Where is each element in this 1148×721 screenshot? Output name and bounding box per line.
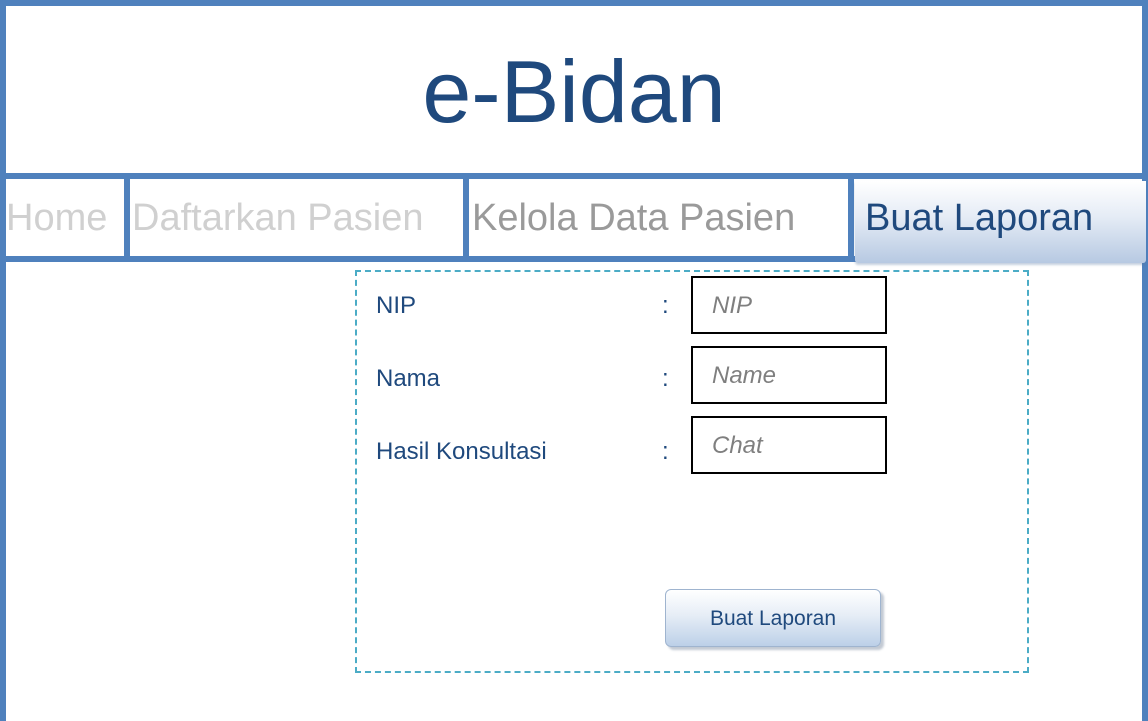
nav-separator <box>124 179 130 256</box>
nip-placeholder: NIP <box>712 292 753 319</box>
nav-item-daftarkan-pasien[interactable]: Daftarkan Pasien <box>132 196 424 240</box>
nav-separator <box>463 179 469 256</box>
nip-label: NIP <box>376 292 417 319</box>
nama-separator: : <box>662 365 669 392</box>
buat-laporan-button[interactable]: Buat Laporan <box>665 589 881 647</box>
nip-separator: : <box>662 292 669 319</box>
hasil-konsultasi-label: Hasil Konsultasi <box>376 438 547 465</box>
app-title: e-Bidan <box>422 42 726 141</box>
buat-laporan-button-label: Buat Laporan <box>709 607 837 630</box>
nama-input[interactable]: Name <box>691 346 887 404</box>
nav-item-buat-laporan[interactable]: Buat Laporan <box>855 181 1146 263</box>
nav-separator <box>848 179 854 256</box>
nav-item-label: Buat Laporan <box>865 197 1094 239</box>
nama-placeholder: Name <box>712 362 777 389</box>
nip-input[interactable]: NIP <box>691 276 887 334</box>
hasil-konsultasi-input[interactable]: Chat <box>691 416 887 474</box>
hasil-konsultasi-placeholder: Chat <box>712 432 763 459</box>
nav-item-home[interactable]: Home <box>6 196 107 240</box>
nama-label: Nama <box>376 365 441 392</box>
hasil-konsultasi-separator: : <box>662 438 669 465</box>
header-divider <box>0 173 1148 179</box>
nav-item-kelola-data-pasien[interactable]: Kelola Data Pasien <box>472 196 795 240</box>
